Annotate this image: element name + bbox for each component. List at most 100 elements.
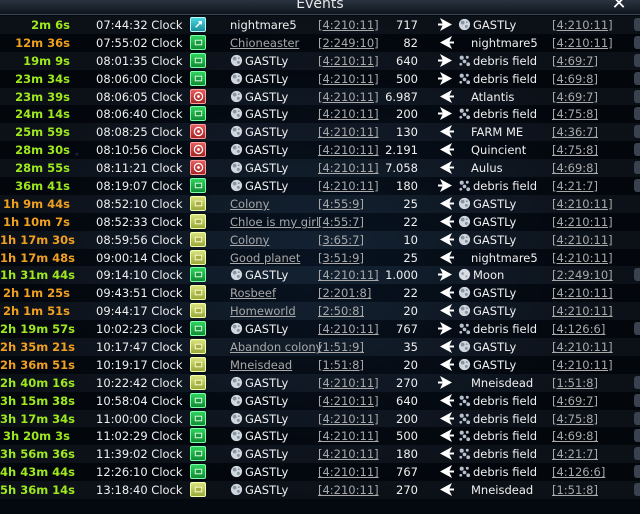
origin-name[interactable]: Rosbeef: [230, 285, 276, 301]
origin-coordinates[interactable]: [3:51:9]: [318, 250, 364, 266]
target-coordinates[interactable]: [4:126:6]: [552, 321, 605, 337]
mission-type-icon[interactable]: [190, 356, 206, 372]
origin-coordinates[interactable]: [1:51:8]: [318, 357, 364, 373]
fleet-action-button[interactable]: [634, 71, 640, 85]
mission-type-icon[interactable]: [190, 321, 206, 337]
mission-type-icon[interactable]: [190, 70, 206, 86]
target-coordinates[interactable]: [1:51:8]: [552, 375, 598, 391]
mission-type-icon[interactable]: [190, 392, 206, 408]
fleet-action-button[interactable]: [634, 411, 640, 425]
origin-label[interactable]: Rosbeef: [230, 286, 276, 300]
fleet-action-button[interactable]: [634, 18, 640, 31]
origin-coordinates[interactable]: [1:51:9]: [318, 339, 364, 355]
ship-count[interactable]: 22: [368, 285, 418, 301]
origin-label[interactable]: Colony: [230, 197, 269, 211]
origin-coordinates[interactable]: [3:65:7]: [318, 232, 364, 248]
target-coordinates[interactable]: [4:69:8]: [552, 428, 598, 444]
origin-label[interactable]: Chioneaster: [230, 36, 299, 50]
origin-coordinates[interactable]: [4:55:9]: [318, 196, 364, 212]
mission-type-icon[interactable]: [190, 464, 206, 480]
target-coordinates[interactable]: [4:36:7]: [552, 124, 598, 140]
ship-count[interactable]: 2.191: [368, 142, 418, 158]
fleet-action-button[interactable]: [634, 465, 640, 479]
target-coordinates[interactable]: [4:210:11]: [552, 17, 613, 33]
ship-count[interactable]: 10: [368, 232, 418, 248]
mission-type-icon[interactable]: [190, 446, 206, 462]
target-coordinates[interactable]: [4:210:11]: [552, 250, 613, 266]
mission-type-icon[interactable]: [190, 195, 206, 211]
fleet-action-button[interactable]: [634, 179, 640, 193]
ship-count[interactable]: 200: [368, 411, 418, 427]
ship-count[interactable]: 767: [368, 464, 418, 480]
ship-count[interactable]: 500: [368, 428, 418, 444]
origin-name[interactable]: Good planet: [230, 250, 300, 266]
ship-count[interactable]: 25: [368, 250, 418, 266]
mission-type-icon[interactable]: [190, 303, 206, 319]
mission-type-icon[interactable]: [190, 482, 206, 498]
fleet-action-button[interactable]: [634, 161, 640, 175]
ship-count[interactable]: 20: [368, 357, 418, 373]
mission-type-icon[interactable]: [190, 267, 206, 283]
target-coordinates[interactable]: [4:69:7]: [552, 89, 598, 105]
ship-count[interactable]: 35: [368, 339, 418, 355]
mission-type-icon[interactable]: [190, 106, 206, 122]
fleet-action-button[interactable]: [634, 107, 640, 121]
target-coordinates[interactable]: [4:75:8]: [552, 411, 598, 427]
target-coordinates[interactable]: [4:210:11]: [552, 339, 613, 355]
ship-count[interactable]: 1.000: [368, 267, 418, 283]
mission-type-icon[interactable]: [190, 88, 206, 104]
target-coordinates[interactable]: [4:210:11]: [552, 35, 613, 51]
origin-coordinates[interactable]: [2:201:8]: [318, 285, 371, 301]
fleet-action-button[interactable]: [634, 143, 640, 157]
ship-count[interactable]: 22: [368, 214, 418, 230]
fleet-action-button[interactable]: [634, 53, 640, 67]
ship-count[interactable]: 200: [368, 106, 418, 122]
fleet-action-button[interactable]: [634, 447, 640, 461]
origin-name[interactable]: Homeworld: [230, 303, 296, 319]
mission-type-icon[interactable]: [190, 142, 206, 158]
ship-count[interactable]: 500: [368, 71, 418, 87]
origin-label[interactable]: Good planet: [230, 251, 300, 265]
origin-label[interactable]: Colony: [230, 233, 269, 247]
origin-name[interactable]: Chloe is my girl: [230, 214, 319, 230]
ship-count[interactable]: 6.987: [368, 89, 418, 105]
mission-type-icon[interactable]: [190, 231, 206, 247]
ship-count[interactable]: 640: [368, 393, 418, 409]
target-coordinates[interactable]: [4:75:8]: [552, 142, 598, 158]
origin-name[interactable]: Colony: [230, 196, 269, 212]
mission-type-icon[interactable]: [190, 339, 206, 355]
origin-label[interactable]: Mneisdead: [230, 358, 292, 372]
mission-type-icon[interactable]: [190, 178, 206, 194]
ship-count[interactable]: 7.058: [368, 160, 418, 176]
target-coordinates[interactable]: [4:210:11]: [552, 285, 613, 301]
target-coordinates[interactable]: [4:126:6]: [552, 464, 605, 480]
ship-count[interactable]: 180: [368, 178, 418, 194]
mission-type-icon[interactable]: [190, 285, 206, 301]
mission-type-icon[interactable]: [190, 410, 206, 426]
origin-label[interactable]: Chloe is my girl: [230, 215, 319, 229]
mission-type-icon[interactable]: [190, 34, 206, 50]
origin-name[interactable]: Abandon colony: [230, 339, 322, 355]
mission-type-icon[interactable]: [190, 213, 206, 229]
ship-count[interactable]: 130: [368, 124, 418, 140]
ship-count[interactable]: 20: [368, 303, 418, 319]
mission-type-icon[interactable]: [190, 428, 206, 444]
target-coordinates[interactable]: [4:210:11]: [552, 196, 613, 212]
target-coordinates[interactable]: [4:210:11]: [552, 232, 613, 248]
fleet-action-button[interactable]: [634, 125, 640, 139]
target-coordinates[interactable]: [1:51:8]: [552, 482, 598, 498]
fleet-action-button[interactable]: [634, 89, 640, 103]
fleet-action-button[interactable]: [634, 35, 640, 49]
mission-type-icon[interactable]: [190, 52, 206, 68]
origin-name[interactable]: Colony: [230, 232, 269, 248]
fleet-action-button[interactable]: [634, 483, 640, 497]
mission-type-icon[interactable]: [190, 160, 206, 176]
ship-count[interactable]: 270: [368, 482, 418, 498]
ship-count[interactable]: 640: [368, 53, 418, 69]
origin-label[interactable]: Abandon colony: [230, 340, 322, 354]
target-coordinates[interactable]: [4:69:7]: [552, 53, 598, 69]
fleet-action-button[interactable]: [634, 375, 640, 389]
ship-count[interactable]: 270: [368, 375, 418, 391]
origin-name[interactable]: Mneisdead: [230, 357, 292, 373]
origin-coordinates[interactable]: [4:55:7]: [318, 214, 364, 230]
